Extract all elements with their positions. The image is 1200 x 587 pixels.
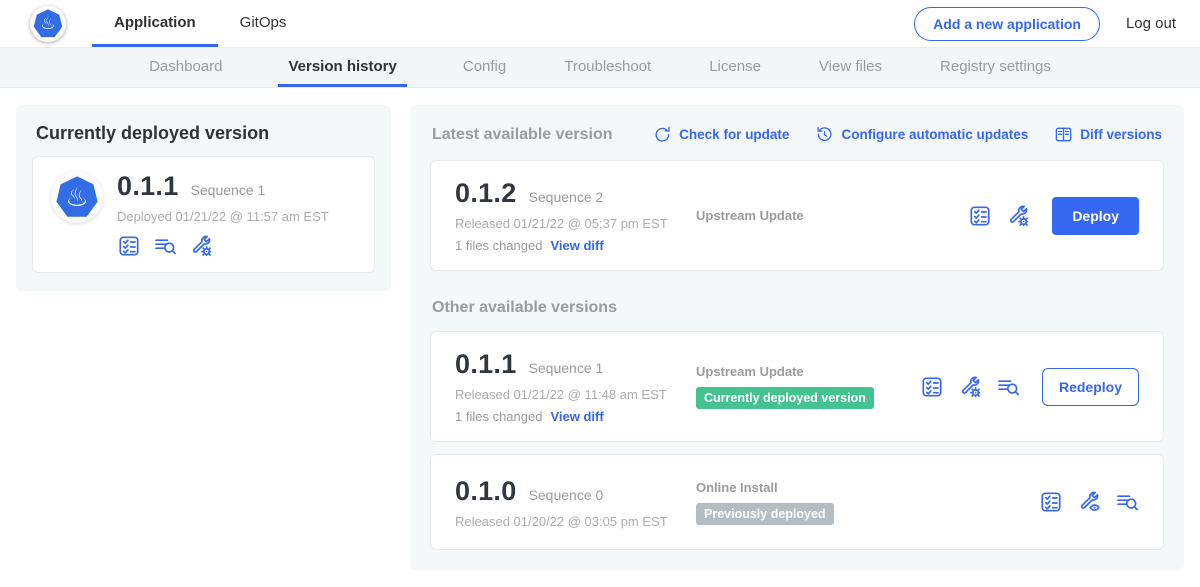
version-row-0-1-0: 0.1.0 Sequence 0 Released 01/20/22 @ 03:… <box>430 454 1164 550</box>
configure-automatic-updates-label: Configure automatic updates <box>841 127 1028 142</box>
version-info: 0.1.1 Sequence 1 Released 01/21/22 @ 11:… <box>455 349 696 424</box>
clock-refresh-icon <box>815 125 834 144</box>
source-label: Upstream Update <box>696 364 920 379</box>
subnav-dashboard[interactable]: Dashboard <box>147 48 224 87</box>
version-source: Online Install Previously deployed <box>696 480 1039 525</box>
view-diff-link[interactable]: View diff <box>550 238 603 253</box>
version-row-0-1-2: 0.1.2 Sequence 2 Released 01/21/22 @ 05:… <box>430 160 1164 271</box>
version-actions: Redeploy <box>920 368 1139 406</box>
logs-search-icon[interactable] <box>153 234 177 258</box>
subnav-view-files[interactable]: View files <box>817 48 884 87</box>
checklist-icon[interactable] <box>1039 490 1063 514</box>
version-actions: Deploy <box>968 197 1139 235</box>
configure-automatic-updates-link[interactable]: Configure automatic updates <box>815 125 1028 144</box>
available-versions-panel: Latest available version Check for updat… <box>410 105 1184 570</box>
version-info: 0.1.2 Sequence 2 Released 01/21/22 @ 05:… <box>455 178 696 253</box>
topbar-actions: Add a new application Log out <box>914 0 1176 47</box>
version-info: 0.1.0 Sequence 0 Released 01/20/22 @ 03:… <box>455 476 696 529</box>
deployed-panel-title: Currently deployed version <box>36 123 371 144</box>
logs-search-icon[interactable] <box>996 375 1020 399</box>
refresh-icon <box>653 125 672 144</box>
subnav-config[interactable]: Config <box>461 48 508 87</box>
released-timestamp: Released 01/20/22 @ 03:05 pm EST <box>455 514 696 529</box>
check-for-update-link[interactable]: Check for update <box>653 125 789 144</box>
currently-deployed-panel: Currently deployed version ♨ 0.1.1 Seque… <box>16 105 391 291</box>
diff-versions-link[interactable]: Diff versions <box>1054 125 1162 144</box>
wrench-gear-icon[interactable] <box>189 234 213 258</box>
source-label: Online Install <box>696 480 1039 495</box>
subnav-license[interactable]: License <box>707 48 763 87</box>
version-number: 0.1.1 <box>455 349 517 380</box>
previously-deployed-badge: Previously deployed <box>696 503 834 525</box>
wrench-eye-icon[interactable] <box>1077 490 1101 514</box>
top-bar: ♨ Application GitOps Add a new applicati… <box>0 0 1200 47</box>
files-changed-label: 1 files changed <box>455 409 542 424</box>
version-source: Upstream Update Currently deployed versi… <box>696 364 920 409</box>
diff-versions-label: Diff versions <box>1080 127 1162 142</box>
version-row-0-1-1: 0.1.1 Sequence 1 Released 01/21/22 @ 11:… <box>430 331 1164 442</box>
wrench-gear-icon[interactable] <box>1006 204 1030 228</box>
version-source: Upstream Update <box>696 208 968 223</box>
deployed-icon-row <box>117 234 329 258</box>
kubernetes-helm-icon: ♨ <box>56 176 98 218</box>
kubernetes-helm-icon: ♨ <box>34 9 63 38</box>
diff-columns-icon <box>1054 125 1073 144</box>
app-tabs: Application GitOps <box>92 0 308 47</box>
redeploy-button[interactable]: Redeploy <box>1042 368 1139 406</box>
deployed-sequence-label: Sequence 1 <box>191 182 266 198</box>
checklist-icon[interactable] <box>968 204 992 228</box>
app-subnav: Dashboard Version history Config Trouble… <box>0 47 1200 88</box>
tab-gitops[interactable]: GitOps <box>218 0 309 47</box>
version-actions <box>1039 490 1139 514</box>
panel-actions: Check for update Configure automatic upd… <box>653 125 1162 144</box>
sequence-label: Sequence 2 <box>529 189 604 205</box>
add-application-button[interactable]: Add a new application <box>914 7 1100 41</box>
files-changed-label: 1 files changed <box>455 238 542 253</box>
subnav-registry-settings[interactable]: Registry settings <box>938 48 1053 87</box>
wrench-gear-icon[interactable] <box>958 375 982 399</box>
deploy-button[interactable]: Deploy <box>1052 197 1139 235</box>
currently-deployed-badge: Currently deployed version <box>696 387 874 409</box>
version-number: 0.1.0 <box>455 476 517 507</box>
logout-link[interactable]: Log out <box>1126 15 1176 32</box>
released-timestamp: Released 01/21/22 @ 05:37 pm EST <box>455 216 696 231</box>
check-for-update-label: Check for update <box>679 127 789 142</box>
checklist-icon[interactable] <box>117 234 141 258</box>
subnav-version-history[interactable]: Version history <box>278 48 406 87</box>
source-label: Upstream Update <box>696 208 968 223</box>
deployed-timestamp: Deployed 01/21/22 @ 11:57 am EST <box>117 209 329 224</box>
app-logo: ♨ <box>51 171 103 223</box>
deployed-version-number: 0.1.1 <box>117 171 179 202</box>
kubernetes-logo: ♨ <box>30 6 66 42</box>
logs-search-icon[interactable] <box>1115 490 1139 514</box>
released-timestamp: Released 01/21/22 @ 11:48 am EST <box>455 387 696 402</box>
tab-application[interactable]: Application <box>92 0 218 47</box>
other-versions-title: Other available versions <box>432 299 1162 317</box>
main-content: Currently deployed version ♨ 0.1.1 Seque… <box>0 88 1200 587</box>
view-diff-link[interactable]: View diff <box>550 409 603 424</box>
sequence-label: Sequence 1 <box>529 360 604 376</box>
deployed-version-card: ♨ 0.1.1 Sequence 1 Deployed 01/21/22 @ 1… <box>32 156 375 273</box>
latest-available-title: Latest available version <box>432 126 613 144</box>
deployed-version-info: 0.1.1 Sequence 1 Deployed 01/21/22 @ 11:… <box>117 171 329 258</box>
subnav-troubleshoot[interactable]: Troubleshoot <box>562 48 653 87</box>
sequence-label: Sequence 0 <box>529 487 604 503</box>
checklist-icon[interactable] <box>920 375 944 399</box>
version-number: 0.1.2 <box>455 178 517 209</box>
